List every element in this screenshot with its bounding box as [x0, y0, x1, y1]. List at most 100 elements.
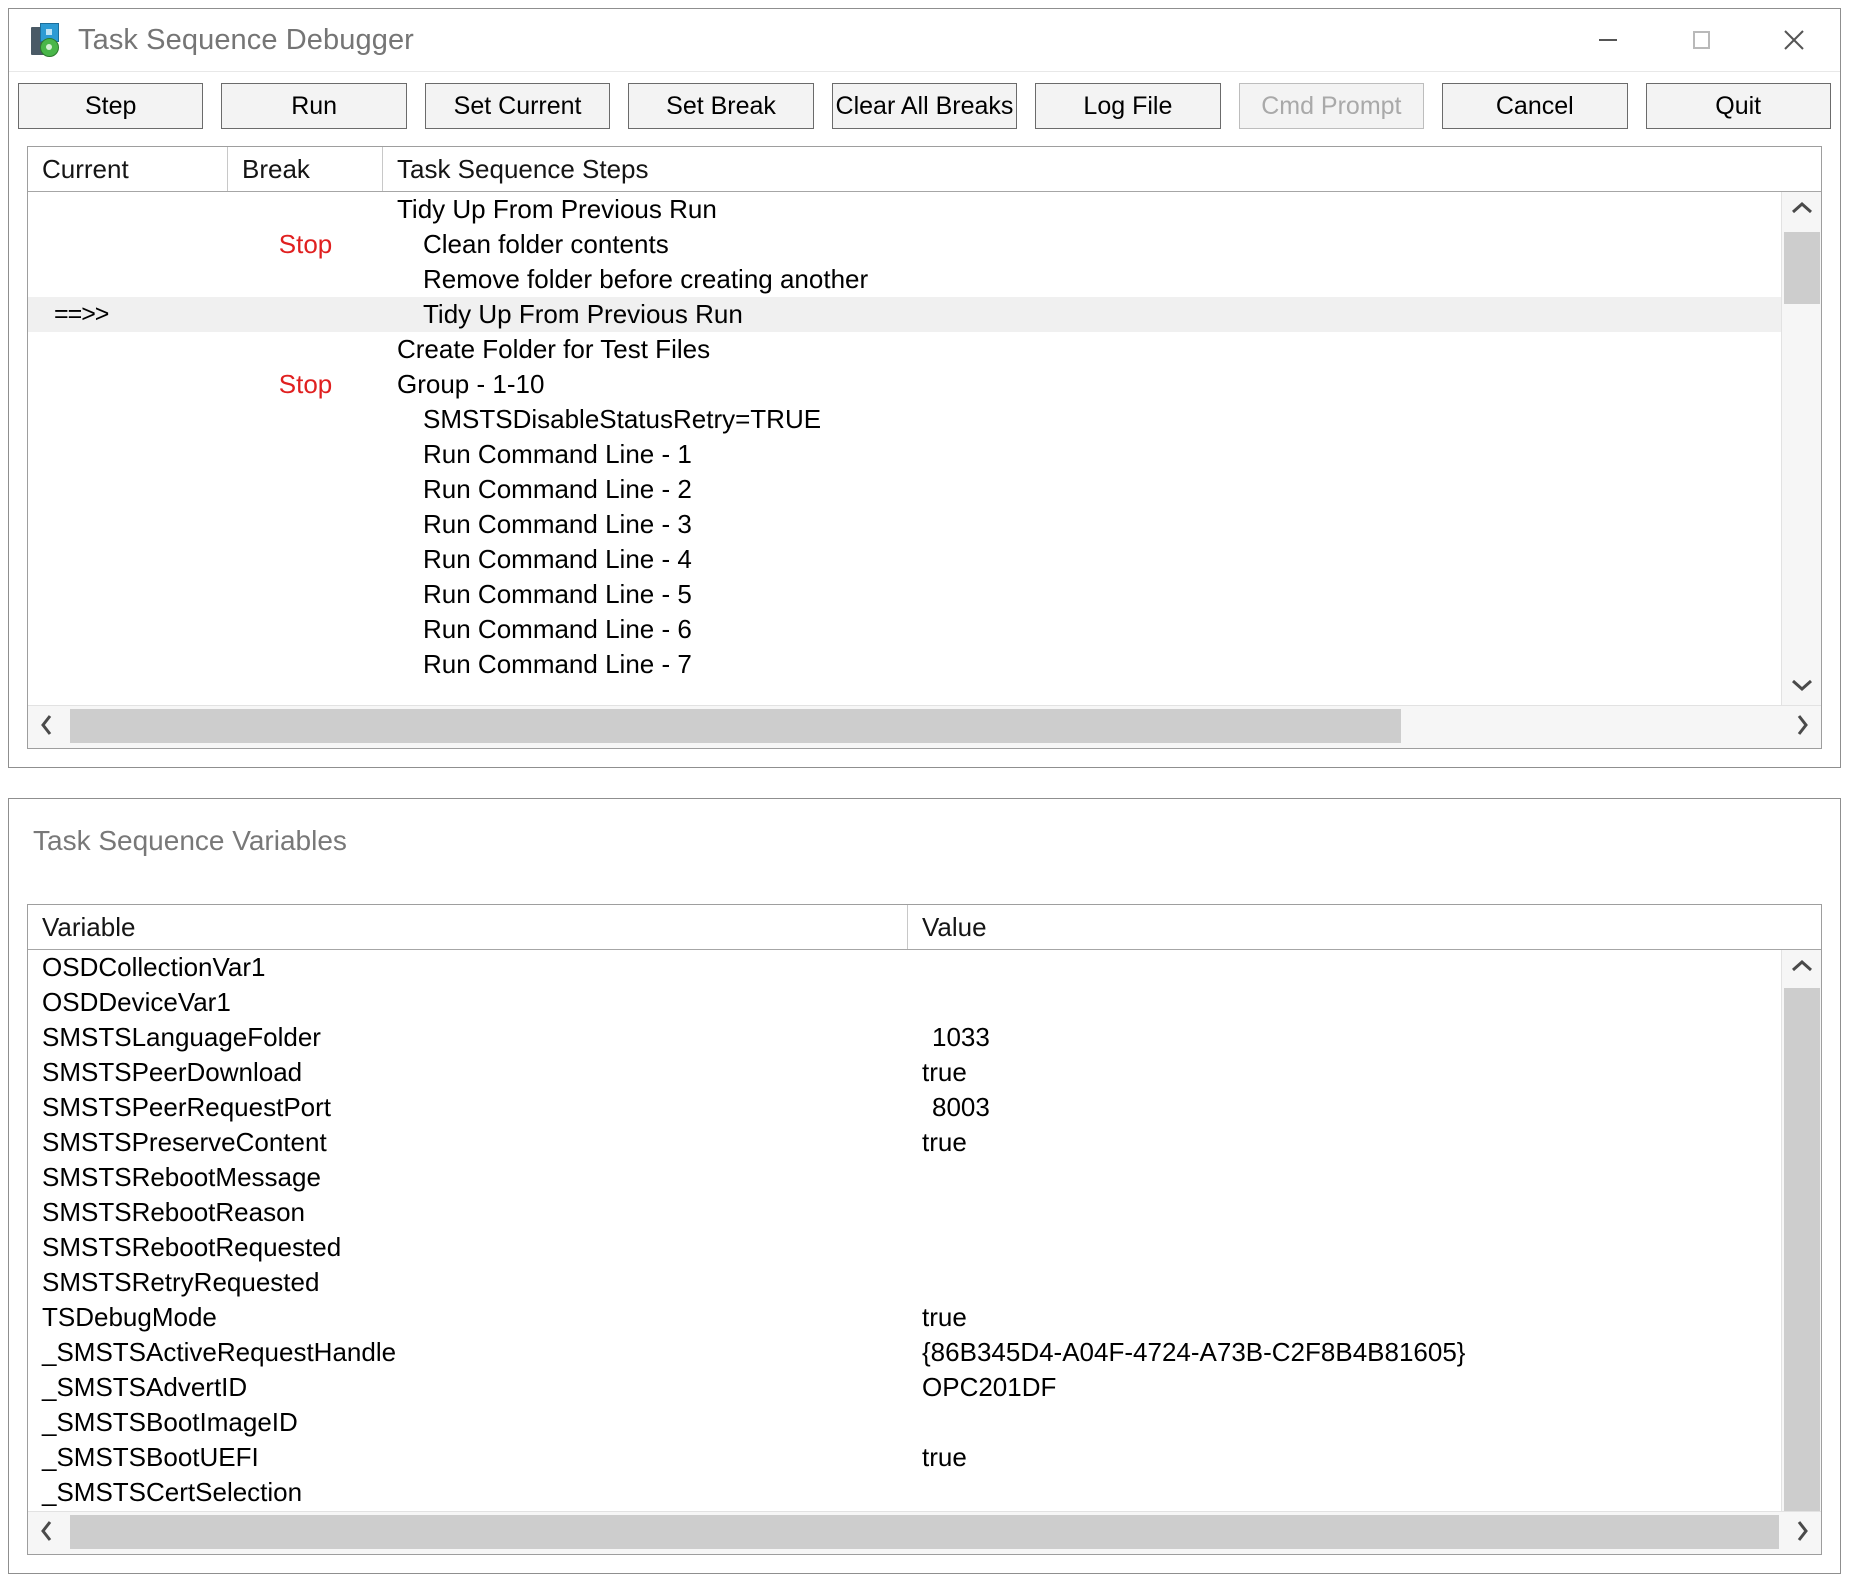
cell-variable: SMSTSPreserveContent: [28, 1127, 908, 1158]
table-row[interactable]: Run Command Line - 6: [28, 612, 1821, 647]
table-row[interactable]: SMSTSRetryRequested: [28, 1265, 1821, 1300]
close-button[interactable]: [1747, 9, 1840, 71]
chevron-down-icon: [1789, 677, 1815, 698]
scroll-thumb[interactable]: [70, 709, 1401, 743]
table-row[interactable]: Run Command Line - 1: [28, 437, 1821, 472]
cell-step: Run Command Line - 4: [383, 544, 1821, 575]
scroll-left-button[interactable]: [28, 706, 66, 748]
panel-title: Task Sequence Variables: [33, 825, 347, 857]
table-row[interactable]: _SMSTSCertSelection: [28, 1475, 1821, 1510]
variables-horizontal-scrollbar[interactable]: [28, 1511, 1821, 1554]
step-button[interactable]: Step: [18, 83, 203, 129]
table-row[interactable]: Tidy Up From Previous Run: [28, 192, 1821, 227]
table-row[interactable]: Run Command Line - 4: [28, 542, 1821, 577]
table-row[interactable]: Run Command Line - 3: [28, 507, 1821, 542]
steps-vertical-scrollbar[interactable]: [1781, 192, 1821, 705]
cell-step: Group - 1-10: [383, 369, 1821, 400]
set-break-button[interactable]: Set Break: [628, 83, 813, 129]
log-file-button[interactable]: Log File: [1035, 83, 1220, 129]
cell-variable: _SMSTSBootUEFI: [28, 1442, 908, 1473]
chevron-up-icon: [1789, 958, 1815, 979]
window-controls: [1561, 9, 1840, 71]
variables-vertical-scrollbar[interactable]: [1781, 950, 1821, 1511]
table-row[interactable]: TSDebugMode true: [28, 1300, 1821, 1335]
table-row[interactable]: Run Command Line - 7: [28, 647, 1821, 682]
quit-button[interactable]: Quit: [1646, 83, 1831, 129]
scroll-up-button[interactable]: [1782, 950, 1821, 986]
cell-step: Run Command Line - 1: [383, 439, 1821, 470]
set-current-button[interactable]: Set Current: [425, 83, 610, 129]
table-row[interactable]: _SMSTSBootUEFI true: [28, 1440, 1821, 1475]
cell-step: Tidy Up From Previous Run: [383, 299, 1821, 330]
column-header-steps[interactable]: Task Sequence Steps: [383, 147, 1821, 191]
cmd-prompt-button: Cmd Prompt: [1239, 83, 1424, 129]
run-button[interactable]: Run: [221, 83, 406, 129]
table-row[interactable]: Remove folder before creating another: [28, 262, 1821, 297]
column-header-variable[interactable]: Variable: [28, 905, 908, 949]
cell-variable: _SMSTSBootImageID: [28, 1407, 908, 1438]
scroll-up-button[interactable]: [1782, 192, 1821, 228]
break-stop-badge: Stop: [228, 369, 383, 400]
minimize-button[interactable]: [1561, 9, 1654, 71]
table-row[interactable]: SMSTSPreserveContent true: [28, 1125, 1821, 1160]
task-sequence-variables-list: Variable Value OSDCollectionVar1 OSDDevi…: [27, 904, 1822, 1555]
table-row[interactable]: Stop Group - 1-10: [28, 367, 1821, 402]
table-row[interactable]: SMSTSRebootReason: [28, 1195, 1821, 1230]
table-row[interactable]: Create Folder for Test Files: [28, 332, 1821, 367]
column-header-value[interactable]: Value: [908, 905, 1821, 949]
scroll-left-button[interactable]: [28, 1512, 66, 1554]
cell-step: SMSTSDisableStatusRetry=TRUE: [383, 404, 1821, 435]
table-row[interactable]: _SMSTSAdvertID OPC201DF: [28, 1370, 1821, 1405]
variables-list-body: OSDCollectionVar1 OSDDeviceVar1 SMSTSLan…: [28, 950, 1821, 1511]
close-icon: [1779, 25, 1809, 55]
maximize-button[interactable]: [1654, 9, 1747, 71]
table-row[interactable]: Run Command Line - 2: [28, 472, 1821, 507]
cell-value: {86B345D4-A04F-4724-A73B-C2F8B4B81605}: [908, 1337, 1821, 1368]
table-row-current[interactable]: ==>> Tidy Up From Previous Run: [28, 297, 1821, 332]
table-row[interactable]: SMSTSPeerDownload true: [28, 1055, 1821, 1090]
table-row[interactable]: OSDDeviceVar1: [28, 985, 1821, 1020]
steps-horizontal-scrollbar[interactable]: [28, 705, 1821, 748]
table-row[interactable]: Stop Clean folder contents: [28, 227, 1821, 262]
clear-all-breaks-button[interactable]: Clear All Breaks: [832, 83, 1017, 129]
cell-step: Run Command Line - 5: [383, 579, 1821, 610]
window-title: Task Sequence Debugger: [78, 24, 414, 57]
task-sequence-variables-window: Task Sequence Variables Variable Value O…: [8, 798, 1841, 1574]
cancel-button[interactable]: Cancel: [1442, 83, 1627, 129]
minimize-icon: [1595, 27, 1621, 53]
cell-variable: _SMSTSAdvertID: [28, 1372, 908, 1403]
task-sequence-debugger-window: Task Sequence Debugger: [8, 8, 1841, 768]
cell-value: 1033: [908, 1022, 1821, 1053]
scroll-down-button[interactable]: [1782, 669, 1821, 705]
table-row[interactable]: SMSTSLanguageFolder 1033: [28, 1020, 1821, 1055]
cell-value: true: [908, 1057, 1821, 1088]
maximize-icon: [1688, 27, 1714, 53]
cell-value: 8003: [908, 1092, 1821, 1123]
table-row[interactable]: OSDCollectionVar1: [28, 950, 1821, 985]
column-header-current[interactable]: Current: [28, 147, 228, 191]
cell-variable: SMSTSPeerRequestPort: [28, 1092, 908, 1123]
cell-step: Run Command Line - 6: [383, 614, 1821, 645]
table-row[interactable]: _SMSTSBootImageID: [28, 1405, 1821, 1440]
table-row[interactable]: _SMSTSActiveRequestHandle {86B345D4-A04F…: [28, 1335, 1821, 1370]
table-row[interactable]: Run Command Line - 5: [28, 577, 1821, 612]
cell-variable: OSDCollectionVar1: [28, 952, 908, 983]
scroll-right-button[interactable]: [1783, 1512, 1821, 1554]
table-row[interactable]: SMSTSDisableStatusRetry=TRUE: [28, 402, 1821, 437]
cell-value: OPC201DF: [908, 1372, 1821, 1403]
app-root: Task Sequence Debugger: [0, 0, 1851, 1582]
scroll-thumb[interactable]: [1784, 988, 1820, 1511]
cell-step: Tidy Up From Previous Run: [383, 194, 1821, 225]
scroll-thumb[interactable]: [70, 1515, 1779, 1549]
chevron-left-icon: [39, 712, 55, 743]
cell-variable: _SMSTSActiveRequestHandle: [28, 1337, 908, 1368]
table-row[interactable]: SMSTSRebootMessage: [28, 1160, 1821, 1195]
table-row[interactable]: SMSTSRebootRequested: [28, 1230, 1821, 1265]
cell-variable: SMSTSRebootRequested: [28, 1232, 908, 1263]
app-icon: [31, 23, 65, 57]
table-row[interactable]: SMSTSPeerRequestPort 8003: [28, 1090, 1821, 1125]
scroll-right-button[interactable]: [1783, 706, 1821, 748]
cell-step: Remove folder before creating another: [383, 264, 1821, 295]
column-header-break[interactable]: Break: [228, 147, 383, 191]
scroll-thumb[interactable]: [1784, 232, 1820, 304]
